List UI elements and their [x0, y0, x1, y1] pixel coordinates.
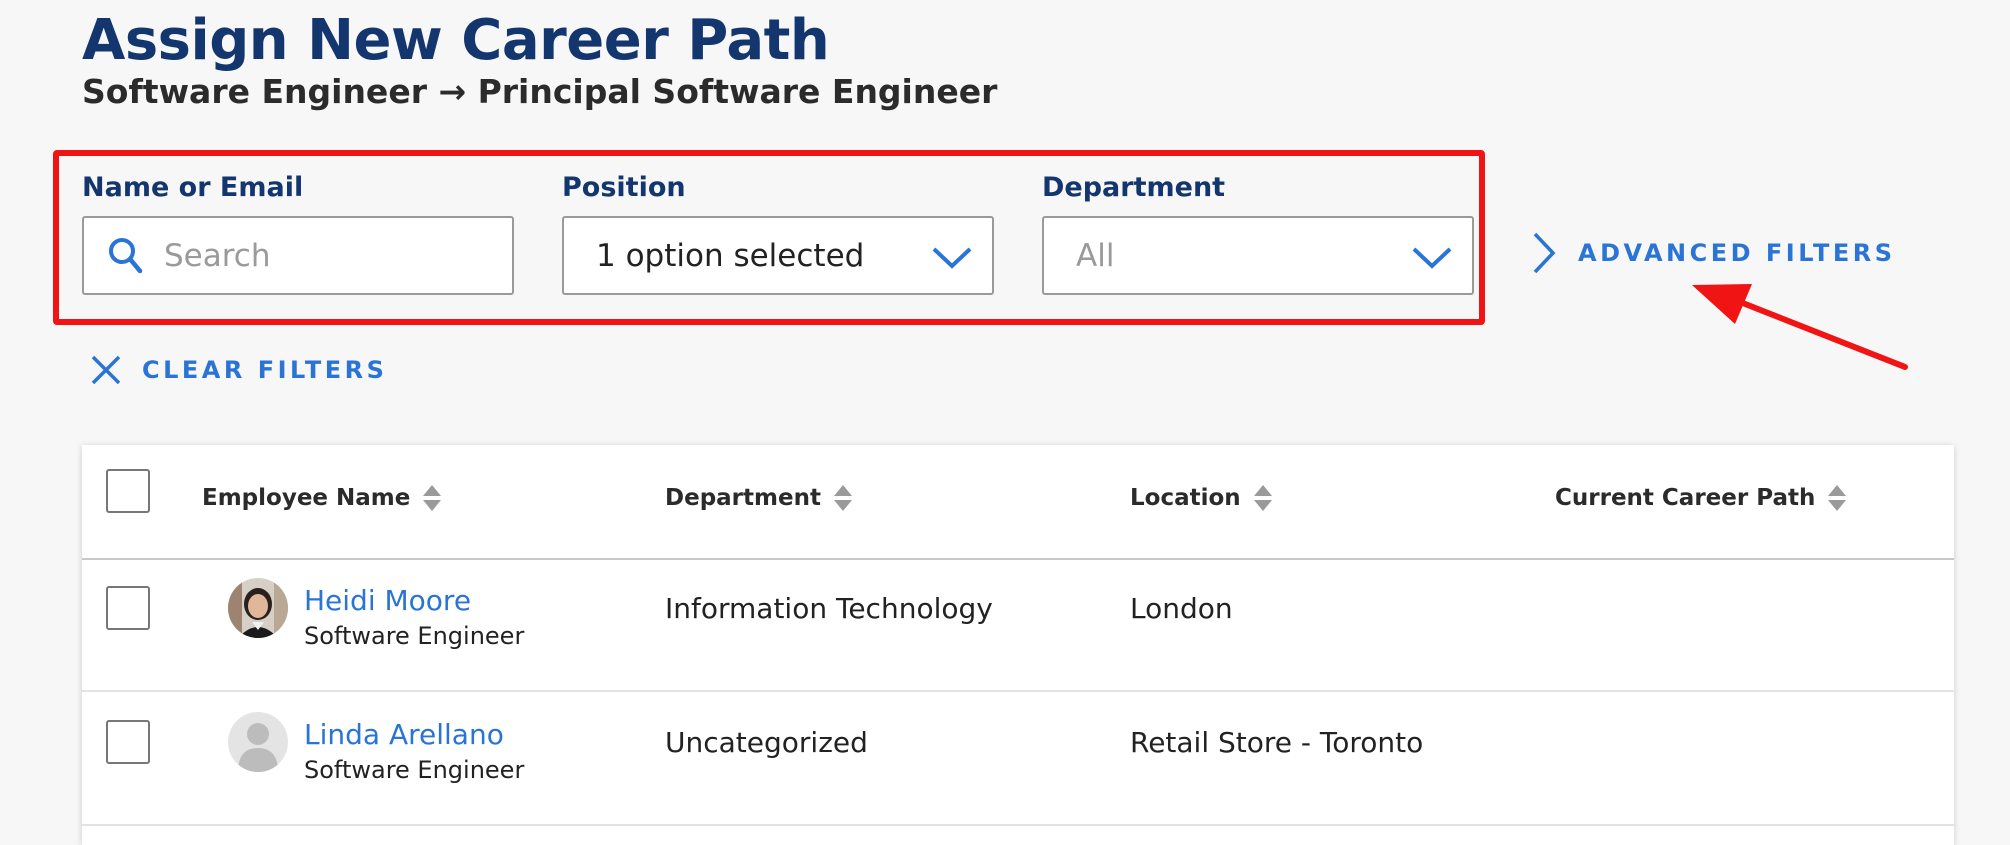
page-subtitle: Software Engineer → Principal Software E… — [82, 72, 998, 111]
cell-department: Uncategorized — [665, 726, 868, 759]
chevron-down-icon — [932, 247, 972, 269]
position-select-value: 1 option selected — [596, 238, 865, 274]
department-select[interactable]: All — [1042, 216, 1474, 295]
cell-location: London — [1130, 592, 1233, 625]
chevron-down-icon — [1412, 247, 1452, 269]
page-title: Assign New Career Path — [82, 8, 830, 73]
avatar — [228, 712, 288, 772]
avatar — [228, 578, 288, 638]
cell-location: Retail Store - Toronto — [1130, 726, 1424, 759]
name-email-label: Name or Email — [82, 172, 304, 203]
clear-filters-button[interactable]: CLEAR FILTERS — [90, 350, 387, 390]
column-header-department[interactable]: Department — [665, 483, 853, 513]
search-icon — [109, 238, 143, 274]
advanced-filters-label: ADVANCED FILTERS — [1578, 239, 1896, 267]
column-header-current-career-path[interactable]: Current Career Path — [1555, 483, 1847, 513]
sort-icon — [1828, 485, 1847, 511]
column-header-label: Department — [665, 485, 821, 511]
sort-icon — [423, 485, 442, 511]
department-select-value: All — [1076, 238, 1115, 274]
annotation-arrow — [1692, 284, 1908, 370]
clear-filters-label: CLEAR FILTERS — [142, 356, 388, 384]
column-header-label: Current Career Path — [1555, 485, 1816, 511]
employee-name-link[interactable]: Linda Arellano — [304, 718, 504, 751]
column-header-label: Employee Name — [202, 485, 411, 511]
search-placeholder: Search — [164, 238, 271, 274]
row-checkbox[interactable] — [106, 586, 150, 630]
search-input[interactable]: Search — [82, 216, 514, 295]
sort-icon — [833, 485, 852, 511]
employee-title: Software Engineer — [304, 756, 525, 784]
employee-title: Software Engineer — [304, 622, 525, 650]
advanced-filters-button[interactable]: ADVANCED FILTERS — [1530, 228, 1896, 278]
department-label: Department — [1042, 172, 1226, 203]
select-all-checkbox[interactable] — [106, 469, 150, 513]
position-label: Position — [562, 172, 686, 203]
employee-name-link[interactable]: Heidi Moore — [304, 584, 471, 617]
column-header-location[interactable]: Location — [1130, 483, 1273, 513]
table-header: Employee Name Department Location Curren… — [82, 445, 1954, 560]
chevron-right-icon — [1533, 232, 1556, 274]
column-header-label: Location — [1130, 485, 1241, 511]
column-header-employee-name[interactable]: Employee Name — [202, 483, 442, 513]
cell-department: Information Technology — [665, 592, 993, 625]
row-checkbox[interactable] — [106, 720, 150, 764]
table-row: Heidi Moore Software Engineer Informatio… — [82, 558, 1954, 692]
table-row: Linda Arellano Software Engineer Uncateg… — [82, 692, 1954, 826]
employee-table: Employee Name Department Location Curren… — [82, 445, 1954, 845]
close-icon — [91, 355, 121, 385]
position-select[interactable]: 1 option selected — [562, 216, 994, 295]
sort-icon — [1253, 485, 1272, 511]
